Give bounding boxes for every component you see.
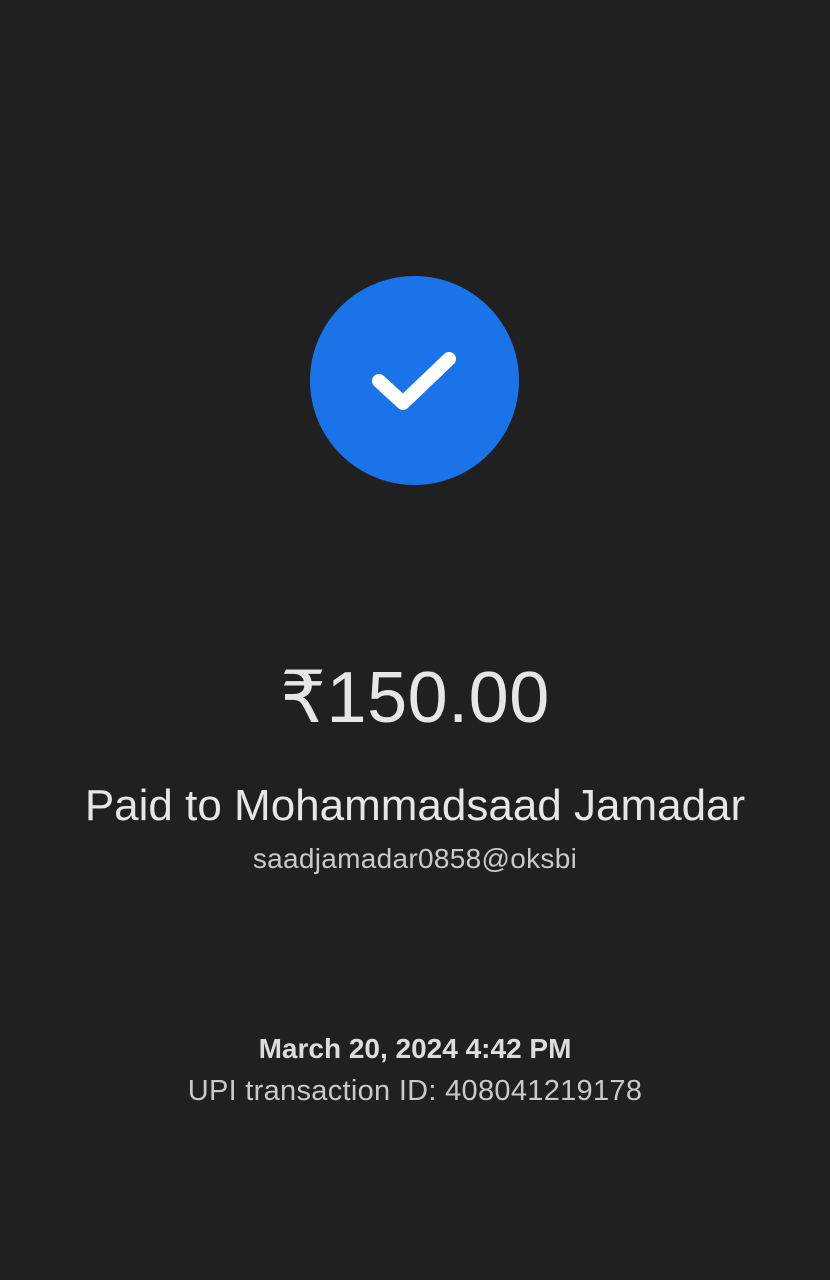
payee-name: Paid to Mohammadsaad Jamadar bbox=[84, 781, 746, 830]
upi-transaction-id: UPI transaction ID: 408041219178 bbox=[187, 1075, 643, 1107]
payee-upi-id: saadjamadar0858@oksbi bbox=[252, 843, 578, 874]
payment-amount: ₹150.00 bbox=[280, 658, 550, 738]
check-icon bbox=[371, 351, 456, 410]
transaction-datetime: March 20, 2024 4:42 PM bbox=[258, 1033, 572, 1064]
payment-success-badge bbox=[310, 276, 519, 485]
